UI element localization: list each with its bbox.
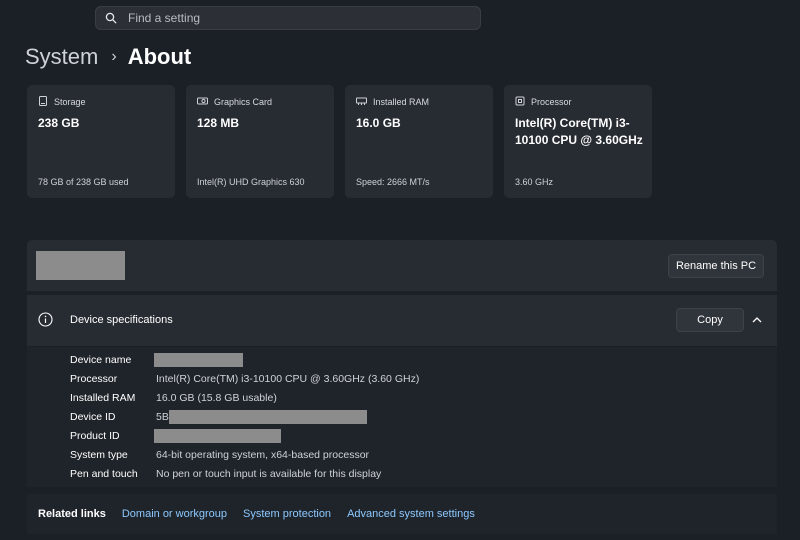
card-subtext: Intel(R) UHD Graphics 630 [197,177,305,187]
spec-label: Product ID [70,430,120,442]
spec-row-pen-and-touch: Pen and touch No pen or touch input is a… [70,466,381,482]
card-subtext: 3.60 GHz [515,177,554,187]
summary-cards: Storage 238 GB 78 GB of 238 GB used Grap… [27,85,652,198]
card-title: Processor [531,97,572,107]
spec-value [154,353,243,367]
spec-row-product-id: Product ID [70,428,281,444]
spec-row-installed-ram: Installed RAM 16.0 GB (15.8 GB usable) [70,390,277,406]
spec-label: System type [70,449,128,461]
card-value: 16.0 GB [356,116,401,130]
copy-button[interactable]: Copy [676,308,744,332]
related-links-label: Related links [38,508,106,520]
device-specifications-header[interactable]: Device specifications Copy [27,295,777,346]
search-box[interactable] [95,6,481,30]
installed-ram-card[interactable]: Installed RAM 16.0 GB Speed: 2666 MT/s [345,85,493,198]
spec-label: Pen and touch [70,468,138,480]
spec-value: Intel(R) Core(TM) i3-10100 CPU @ 3.60GHz… [156,373,420,385]
card-value: 238 GB [38,116,80,130]
search-icon [96,12,126,24]
breadcrumb-separator: › [111,48,117,65]
redacted-value [154,353,243,367]
card-title: Storage [54,97,86,107]
card-subtext: 78 GB of 238 GB used [38,177,129,187]
card-title: Graphics Card [214,97,273,107]
pc-name-panel: Rename this PC [27,240,777,291]
ram-icon [356,96,367,108]
spec-row-device-id: Device ID 5B [70,409,367,425]
domain-or-workgroup-link[interactable]: Domain or workgroup [122,508,227,520]
spec-label: Processor [70,373,118,385]
breadcrumb: System › About [25,42,191,72]
storage-card[interactable]: Storage 238 GB 78 GB of 238 GB used [27,85,175,198]
rename-pc-button[interactable]: Rename this PC [668,254,764,278]
spec-label: Installed RAM [70,392,136,404]
pc-name-redacted [36,251,125,280]
advanced-system-settings-link[interactable]: Advanced system settings [347,508,475,520]
spec-label: Device name [70,354,132,366]
search-input[interactable] [126,10,480,26]
page-title: About [127,44,192,69]
related-links: Related links Domain or workgroup System… [27,493,777,534]
chevron-up-icon[interactable] [751,313,763,331]
storage-icon [38,96,48,108]
spec-row-processor: Processor Intel(R) Core(TM) i3-10100 CPU… [70,371,419,387]
processor-card[interactable]: Processor Intel(R) Core(TM) i3-10100 CPU… [504,85,652,198]
device-specifications-body: Device name Processor Intel(R) Core(TM) … [27,347,777,487]
redacted-value [154,429,281,443]
spec-value: 16.0 GB (15.8 GB usable) [156,392,277,404]
breadcrumb-system[interactable]: System [25,44,98,70]
redacted-value [168,410,367,424]
processor-icon [515,96,525,108]
card-value: Intel(R) Core(TM) i3-10100 CPU @ 3.60GHz [515,116,643,147]
spec-value: 5B [156,410,367,424]
spec-value: No pen or touch input is available for t… [156,468,382,480]
graphics-card-card[interactable]: Graphics Card 128 MB Intel(R) UHD Graphi… [186,85,334,198]
spec-row-system-type: System type 64-bit operating system, x64… [70,447,369,463]
card-title: Installed RAM [373,97,430,107]
spec-row-device-name: Device name [70,352,243,368]
info-icon [38,312,53,332]
spec-value [154,429,281,443]
system-protection-link[interactable]: System protection [243,508,331,520]
spec-label: Device ID [70,411,116,423]
graphics-card-icon [197,96,208,108]
card-subtext: Speed: 2666 MT/s [356,177,430,187]
section-title: Device specifications [70,314,173,326]
spec-value: 64-bit operating system, x64-based proce… [156,449,370,461]
card-value: 128 MB [197,116,240,130]
